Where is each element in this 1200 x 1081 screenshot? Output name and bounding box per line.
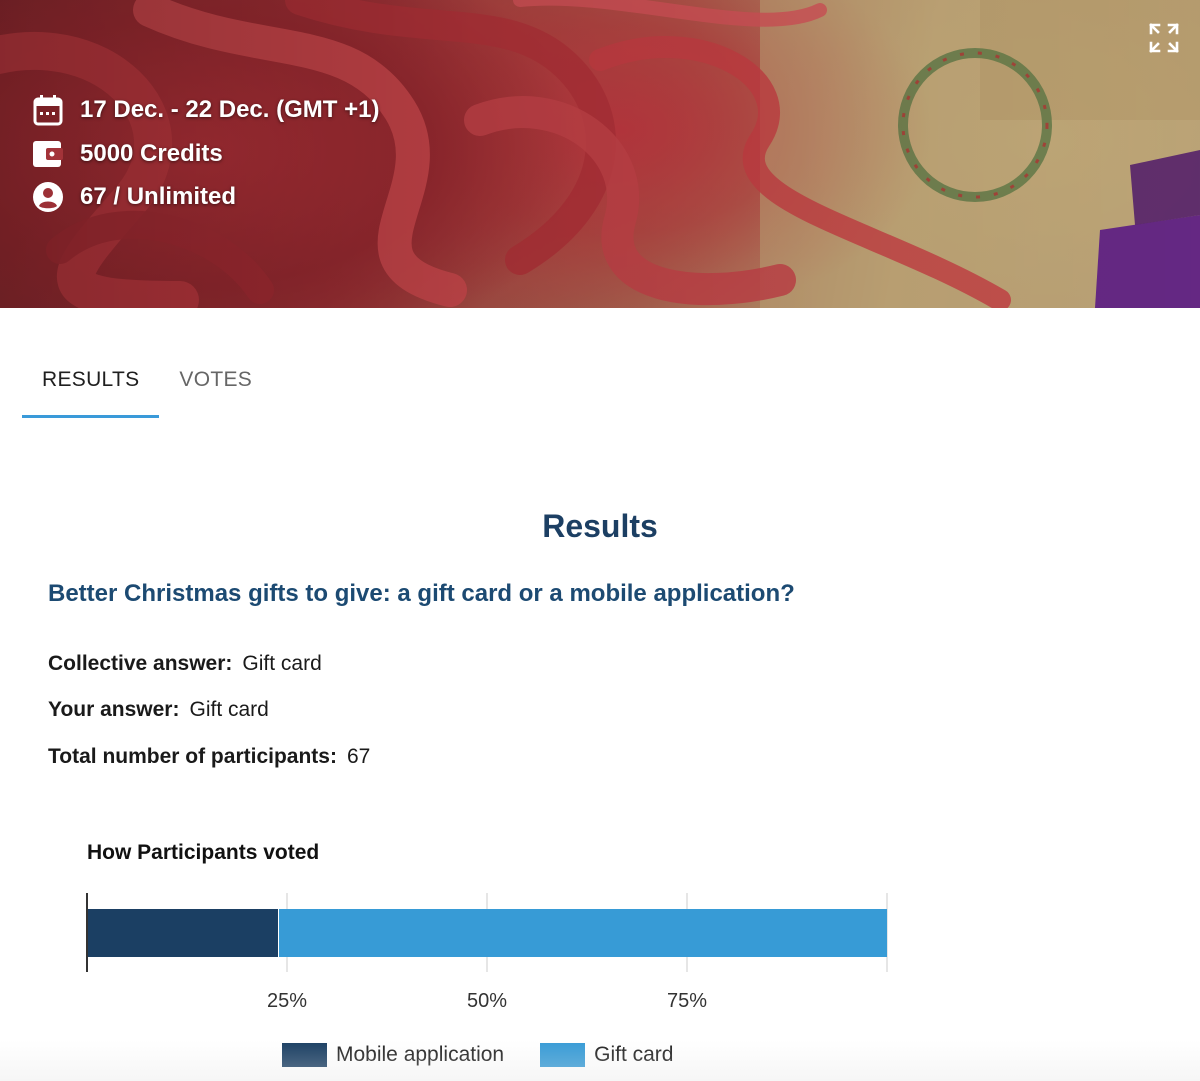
event-credits: 5000 Credits	[32, 138, 223, 170]
fullscreen-button[interactable]	[1148, 22, 1180, 54]
event-participants: 67 / Unlimited	[32, 181, 236, 213]
your-answer-label: Your answer:	[48, 698, 180, 721]
fullscreen-icon	[1149, 23, 1179, 53]
bar-mobile-application	[87, 909, 278, 957]
legend-item-mobile-application: Mobile application	[282, 1043, 504, 1067]
legend-item-gift-card: Gift card	[540, 1043, 673, 1067]
collective-answer-label: Collective answer:	[48, 652, 233, 675]
tab-bar: RESULTS VOTES	[22, 345, 272, 418]
total-participants: Total number of participants: 67	[48, 745, 370, 769]
tab-results[interactable]: RESULTS	[22, 345, 160, 418]
collective-answer-value: Gift card	[242, 652, 322, 675]
account-circle-icon	[32, 181, 64, 213]
chart-legend: Mobile application Gift card	[282, 1043, 709, 1067]
tab-results-label: RESULTS	[42, 368, 140, 391]
collective-answer: Collective answer: Gift card	[48, 652, 322, 676]
x-tick-label: 50%	[467, 990, 507, 1012]
total-participants-label: Total number of participants:	[48, 745, 337, 768]
tab-votes[interactable]: VOTES	[159, 345, 272, 418]
date-range-text: 17 Dec. - 22 Dec. (GMT +1)	[80, 96, 380, 123]
legend-label: Mobile application	[336, 1043, 505, 1066]
bar-gift-card	[279, 909, 887, 957]
calendar-icon	[32, 94, 64, 126]
legend-label: Gift card	[594, 1043, 674, 1066]
x-tick-label: 25%	[267, 990, 307, 1012]
results-heading: Results	[542, 508, 658, 544]
credits-text: 5000 Credits	[80, 140, 223, 167]
event-date-range: 17 Dec. - 22 Dec. (GMT +1)	[32, 94, 379, 126]
wallet-icon	[32, 138, 64, 170]
legend-swatch	[282, 1043, 327, 1067]
hero-banner: 17 Dec. - 22 Dec. (GMT +1) 5000 Credits …	[0, 0, 1200, 308]
chart-title: How Participants voted	[87, 841, 320, 864]
poll-question: Better Christmas gifts to give: a gift c…	[48, 580, 795, 607]
legend-swatch	[540, 1043, 586, 1067]
your-answer: Your answer: Gift card	[48, 698, 269, 722]
participants-text: 67 / Unlimited	[80, 183, 237, 210]
total-participants-value: 67	[346, 745, 371, 768]
x-tick-label: 75%	[667, 990, 707, 1012]
tab-votes-label: VOTES	[179, 368, 253, 391]
your-answer-value: Gift card	[189, 698, 269, 721]
